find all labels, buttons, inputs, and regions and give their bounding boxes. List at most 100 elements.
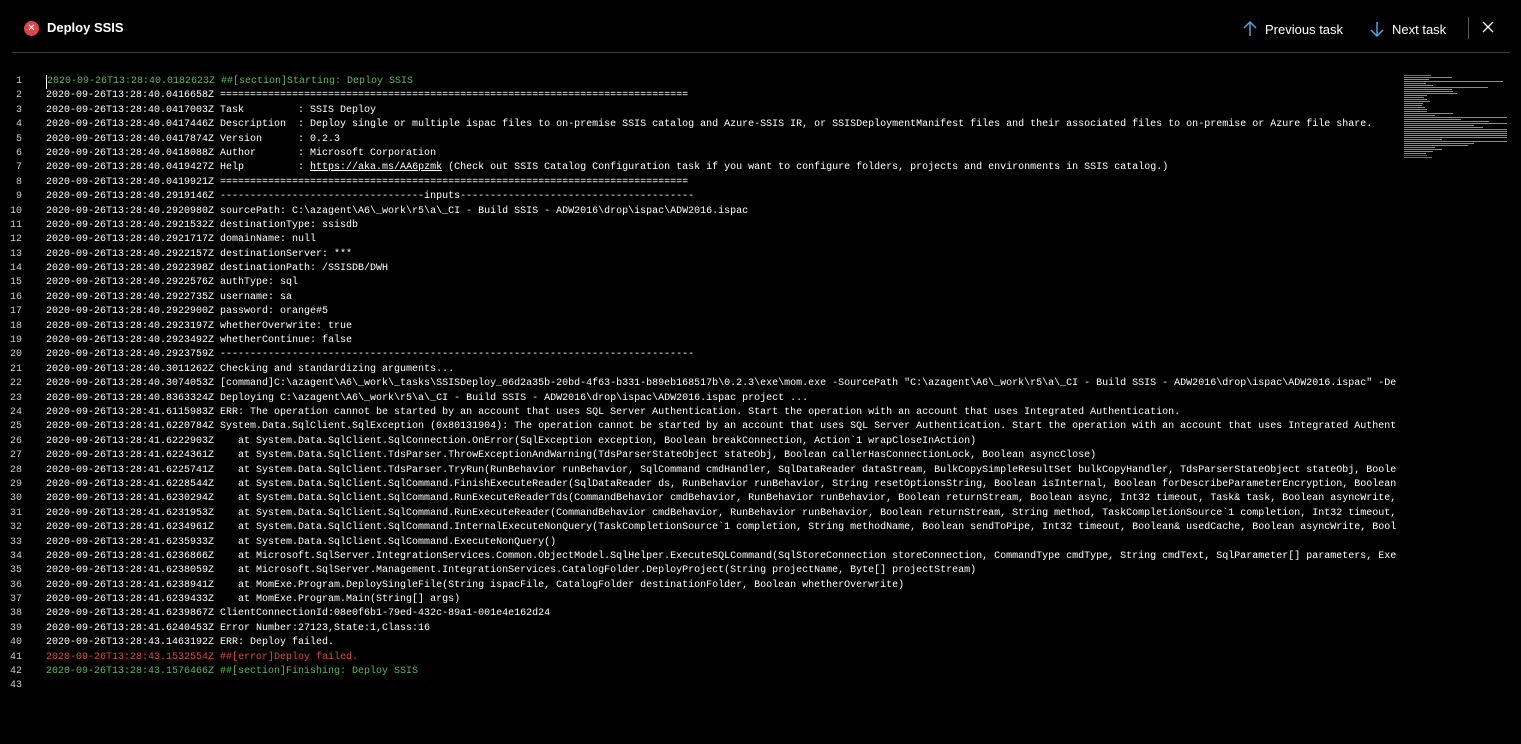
log-line: 25 2020-09-26T13:28:41.6220784Z System.Da…	[0, 420, 1397, 434]
minimap-line	[1404, 149, 1442, 150]
log-line: 15 2020-09-26T13:28:40.2922576Z authType:…	[0, 276, 1397, 290]
log-line: 40 2020-09-26T13:28:43.1463192Z ERR: Depl…	[0, 636, 1397, 650]
log-line-text: 2020-09-26T13:28:41.6228544Z at System.D…	[46, 478, 1397, 490]
log-line-text: 2020-09-26T13:28:40.8363324Z Deploying C…	[46, 392, 809, 404]
log-line: 31 2020-09-26T13:28:41.6231953Z at System…	[0, 507, 1397, 521]
log-line-text: 2020-09-26T13:28:43.1532554Z ##[error]De…	[46, 651, 359, 663]
minimap-line	[1404, 121, 1489, 122]
log-line: 17 2020-09-26T13:28:40.2922900Z password:…	[0, 305, 1397, 319]
line-number: 1	[15, 76, 22, 87]
minimap-line	[1404, 155, 1427, 156]
minimap-line	[1404, 153, 1426, 154]
log-line: 41 2020-09-26T13:28:43.1532554Z ##[error]…	[0, 651, 1397, 665]
line-number: 19	[9, 335, 22, 347]
log-line: 16 2020-09-26T13:28:40.2922735Z username:…	[0, 291, 1397, 305]
log-line-text: 2020-09-26T13:28:40.0418088Z Author : Mi…	[46, 147, 437, 159]
previous-task-button[interactable]: Previous task	[1243, 19, 1343, 39]
log-line-text: 2020-09-26T13:28:40.3011262Z Checking an…	[46, 363, 455, 375]
log-line-text: 2020-09-26T13:28:40.0416658Z ===========…	[46, 90, 689, 102]
log-line-text: 2020-09-26T13:28:40.0417874Z Version : 0…	[46, 133, 341, 145]
log-line-text: 2020-09-26T13:28:40.0417446Z Description…	[46, 119, 1373, 131]
minimap-line	[1404, 109, 1427, 110]
line-number: 13	[9, 248, 22, 260]
line-number: 24	[9, 406, 22, 418]
log-line: 18 2020-09-26T13:28:40.2923197Z whetherOv…	[0, 320, 1397, 334]
line-number: 21	[9, 363, 22, 375]
minimap-line	[1404, 129, 1507, 130]
log-viewer[interactable]: 1 2020-09-26T13:28:40.0182623Z ##[section…	[0, 75, 1397, 695]
log-line: 6 2020-09-26T13:28:40.0418088Z Author : M…	[0, 147, 1397, 161]
log-line-text: 2020-09-26T13:28:40.2923492Z whetherCont…	[46, 335, 353, 347]
log-line: 23 2020-09-26T13:28:40.8363324Z Deploying…	[0, 392, 1397, 406]
log-line-text: 2020-09-26T13:28:41.6220784Z System.Data…	[46, 421, 1397, 433]
log-line-text: 2020-09-26T13:28:40.0417003Z Task : SSIS…	[46, 104, 377, 116]
log-line: 22 2020-09-26T13:28:40.3074053Z [command]…	[0, 377, 1397, 391]
line-number: 41	[9, 651, 22, 663]
log-line-text: 2020-09-26T13:28:40.2922157Z destination…	[46, 248, 353, 260]
line-number: 14	[9, 263, 22, 275]
minimap-line	[1404, 123, 1507, 124]
minimap-line	[1404, 81, 1503, 82]
log-text-before-link: 2020-09-26T13:28:40.0419427Z Help :	[46, 162, 311, 174]
minimap-line	[1404, 77, 1452, 78]
log-line-text: 2020-09-26T13:28:40.3074053Z [command]C:…	[46, 378, 1397, 390]
line-number: 18	[9, 320, 22, 332]
log-line: 24 2020-09-26T13:28:41.6115983Z ERR: The …	[0, 406, 1397, 420]
minimap-line	[1404, 107, 1425, 108]
line-number: 34	[9, 550, 22, 562]
minimap-line	[1404, 147, 1435, 148]
log-line: 13 2020-09-26T13:28:40.2922157Z destinati…	[0, 248, 1397, 262]
log-line: 32 2020-09-26T13:28:41.6234961Z at System…	[0, 521, 1397, 535]
line-number: 43	[9, 680, 22, 692]
log-line-text: 2020-09-26T13:28:41.6234961Z at System.D…	[46, 522, 1397, 534]
minimap-line	[1404, 145, 1468, 146]
log-line: 7 2020-09-26T13:28:40.0419427Z Help : htt…	[0, 161, 1397, 175]
log-line: 42 2020-09-26T13:28:43.1576466Z ##[sectio…	[0, 665, 1397, 679]
next-task-button[interactable]: Next task	[1370, 19, 1446, 39]
line-number: 26	[9, 435, 22, 447]
log-line: 9 2020-09-26T13:28:40.2919146Z ----------…	[0, 190, 1397, 204]
log-line-text: 2020-09-26T13:28:41.6222903Z at System.D…	[46, 435, 977, 447]
log-line: 4 2020-09-26T13:28:40.0417446Z Descriptio…	[0, 118, 1397, 132]
arrow-down-icon	[1370, 21, 1384, 37]
minimap-line	[1404, 97, 1424, 98]
log-line: 29 2020-09-26T13:28:41.6228544Z at System…	[0, 478, 1397, 492]
line-number: 29	[9, 478, 22, 490]
log-minimap[interactable]	[1404, 75, 1512, 161]
log-line: 1 2020-09-26T13:28:40.0182623Z ##[section…	[0, 75, 1397, 90]
line-number: 30	[9, 493, 22, 505]
minimap-line	[1404, 93, 1457, 94]
log-line-text: 2020-09-26T13:28:40.0182623Z ##[section]…	[46, 75, 1397, 90]
minimap-line	[1404, 133, 1507, 134]
log-line: 27 2020-09-26T13:28:41.6224361Z at System…	[0, 449, 1397, 463]
log-line: 33 2020-09-26T13:28:41.6235933Z at System…	[0, 536, 1397, 550]
log-line: 20 2020-09-26T13:28:40.2923759Z ---------…	[0, 348, 1397, 362]
line-number: 20	[9, 349, 22, 361]
line-number: 32	[9, 522, 22, 534]
close-button[interactable]	[1481, 20, 1495, 34]
help-link[interactable]: https://aka.ms/AA6pzmk	[310, 162, 442, 173]
minimap-line	[1404, 141, 1507, 142]
line-number: 40	[9, 637, 22, 649]
log-line: 12 2020-09-26T13:28:40.2921717Z domainNam…	[0, 233, 1397, 247]
line-number: 25	[9, 421, 22, 433]
line-number: 37	[9, 594, 22, 606]
log-line: 34 2020-09-26T13:28:41.6236866Z at Micros…	[0, 550, 1397, 564]
log-line-text: 2020-09-26T13:28:40.2922735Z username: s…	[46, 291, 293, 303]
log-line-text: 2020-09-26T13:28:41.6238059Z at Microsof…	[46, 565, 977, 577]
minimap-line	[1404, 83, 1426, 84]
minimap-line	[1404, 91, 1453, 92]
line-number: 23	[9, 392, 22, 404]
minimap-line	[1404, 113, 1453, 114]
error-icon: ✕	[24, 21, 39, 36]
minimap-line	[1404, 111, 1427, 112]
log-line-text: 2020-09-26T13:28:40.2921532Z destination…	[46, 219, 359, 231]
minimap-line	[1404, 157, 1432, 158]
line-number: 3	[15, 104, 22, 116]
minimap-line	[1404, 137, 1507, 138]
minimap-line	[1404, 75, 1431, 76]
log-line: 36 2020-09-26T13:28:41.6238941Z at MomExe…	[0, 579, 1397, 593]
log-line-text: 2020-09-26T13:28:41.6239867Z ClientConne…	[46, 608, 551, 620]
header-divider	[1468, 17, 1469, 39]
log-line: 37 2020-09-26T13:28:41.6239433Z at MomExe…	[0, 593, 1397, 607]
